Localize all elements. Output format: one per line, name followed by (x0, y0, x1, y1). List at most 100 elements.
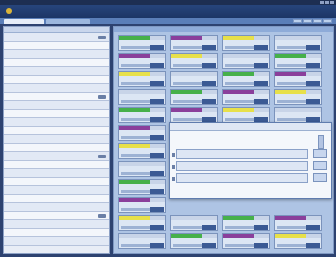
minimize-icon[interactable] (320, 1, 324, 4)
tool-button-1[interactable] (293, 19, 302, 23)
job-card-detail (277, 226, 307, 229)
dialog-option-2[interactable] (172, 161, 308, 171)
job-card[interactable] (222, 35, 270, 51)
job-card[interactable] (118, 125, 166, 141)
job-card-status-strip (119, 36, 165, 40)
job-card[interactable] (118, 161, 166, 177)
sidebar-list (4, 33, 109, 246)
job-card-badge (150, 135, 164, 140)
sidebar-row[interactable] (4, 118, 109, 127)
job-card-badge (254, 81, 268, 86)
job-card[interactable] (170, 35, 218, 51)
job-card[interactable] (170, 215, 218, 231)
job-card[interactable] (274, 71, 322, 87)
sidebar-row[interactable] (4, 58, 109, 67)
sidebar-row[interactable] (4, 169, 109, 178)
job-card-status-strip (171, 72, 217, 76)
job-card-status-strip (223, 36, 269, 40)
job-card-status-strip (275, 72, 321, 76)
job-card-badge (306, 81, 320, 86)
job-card[interactable] (222, 107, 270, 123)
sidebar-row[interactable] (4, 203, 109, 212)
job-card[interactable] (170, 71, 218, 87)
job-card-detail (225, 82, 255, 85)
sidebar-row[interactable] (4, 135, 109, 144)
sidebar-row[interactable] (4, 92, 109, 101)
sidebar-row[interactable] (4, 194, 109, 203)
tab-1[interactable] (4, 19, 44, 24)
sidebar-row[interactable] (4, 228, 109, 237)
option-3-action-button[interactable] (313, 173, 327, 182)
sidebar-row[interactable] (4, 177, 109, 186)
sidebar-row[interactable] (4, 211, 109, 220)
sidebar-row[interactable] (4, 101, 109, 110)
sidebar-row[interactable] (4, 186, 109, 195)
job-card[interactable] (274, 215, 322, 231)
job-card[interactable] (118, 71, 166, 87)
option-3-marker-icon (172, 177, 175, 181)
job-card[interactable] (118, 233, 166, 249)
job-card-detail (121, 190, 151, 193)
tool-button-4[interactable] (323, 19, 332, 23)
job-card[interactable] (170, 89, 218, 105)
job-card[interactable] (222, 89, 270, 105)
job-card[interactable] (118, 197, 166, 213)
option-1-action-button[interactable] (313, 149, 327, 158)
app-header (0, 5, 336, 18)
job-card[interactable] (118, 143, 166, 159)
job-card-status-strip (171, 108, 217, 112)
job-card[interactable] (118, 53, 166, 69)
sidebar-row[interactable] (4, 126, 109, 135)
tab-strip (0, 18, 336, 24)
detail-dialog (169, 122, 332, 199)
sidebar-row[interactable] (4, 237, 109, 246)
job-card-badge (306, 243, 320, 248)
job-card-badge (150, 189, 164, 194)
tool-button-2[interactable] (303, 19, 312, 23)
sidebar-row[interactable] (4, 220, 109, 229)
sidebar-row[interactable] (4, 50, 109, 59)
job-card-status-strip (119, 54, 165, 58)
job-card[interactable] (170, 53, 218, 69)
close-icon[interactable] (330, 1, 334, 4)
dialog-option-1[interactable] (172, 149, 308, 159)
job-card[interactable] (222, 215, 270, 231)
job-card[interactable] (274, 35, 322, 51)
sidebar-row[interactable] (4, 109, 109, 118)
dialog-option-3[interactable] (172, 173, 308, 183)
sidebar-row[interactable] (4, 75, 109, 84)
job-card[interactable] (118, 179, 166, 195)
sidebar-row[interactable] (4, 84, 109, 93)
job-card[interactable] (274, 107, 322, 123)
tool-button-3[interactable] (313, 19, 322, 23)
job-card[interactable] (118, 89, 166, 105)
maximize-icon[interactable] (325, 1, 329, 4)
job-card[interactable] (118, 215, 166, 231)
sidebar-row[interactable] (4, 152, 109, 161)
sidebar-row[interactable] (4, 33, 109, 42)
sidebar-row[interactable] (4, 160, 109, 169)
job-card[interactable] (170, 233, 218, 249)
job-card-status-strip (223, 90, 269, 94)
job-card-detail (121, 244, 151, 247)
job-card[interactable] (170, 107, 218, 123)
sidebar-row[interactable] (4, 143, 109, 152)
job-card[interactable] (274, 89, 322, 105)
job-card[interactable] (274, 53, 322, 69)
job-card[interactable] (118, 35, 166, 51)
option-2-action-button[interactable] (313, 161, 327, 170)
tab-2[interactable] (46, 19, 90, 24)
sidebar-row[interactable] (4, 41, 109, 50)
job-card[interactable] (118, 107, 166, 123)
option-1-marker-icon (172, 153, 175, 157)
job-card-detail (121, 208, 151, 211)
job-card-detail (121, 118, 151, 121)
job-card[interactable] (222, 233, 270, 249)
job-card-badge (254, 225, 268, 230)
job-card[interactable] (222, 53, 270, 69)
job-card[interactable] (222, 71, 270, 87)
job-card-badge (202, 243, 216, 248)
job-card[interactable] (274, 233, 322, 249)
sidebar-row[interactable] (4, 67, 109, 76)
scroll-arrows-icon[interactable] (318, 135, 324, 149)
